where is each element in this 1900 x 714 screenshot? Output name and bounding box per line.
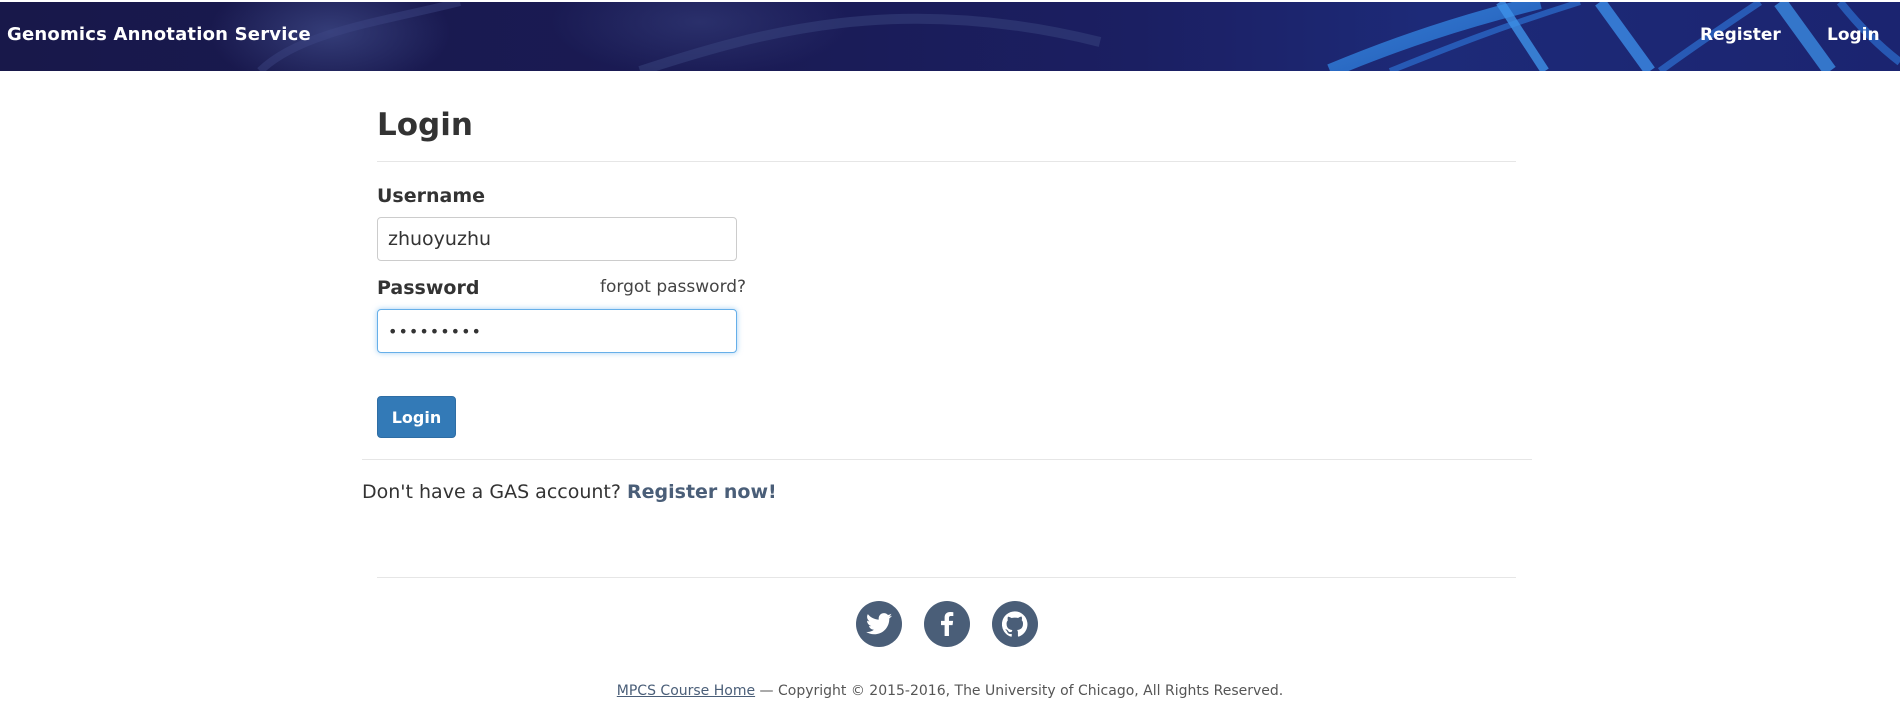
title-divider [377,161,1516,162]
facebook-button[interactable] [924,601,970,647]
password-field[interactable] [377,309,737,353]
navbar: Genomics Annotation Service Register Log… [0,2,1900,71]
login-button[interactable]: Login [377,396,456,438]
copyright-text: MPCS Course Home — Copyright © 2015-2016… [0,683,1900,699]
password-label: Password [377,277,480,299]
username-field[interactable] [377,217,737,261]
page-title: Login [377,107,473,143]
github-button[interactable] [992,601,1038,647]
register-prompt: Don't have a GAS account? Register now! [362,481,777,503]
forgot-password-link[interactable]: forgot password? [600,277,746,297]
register-now-link[interactable]: Register now! [627,481,777,503]
register-prompt-text: Don't have a GAS account? [362,481,627,503]
nav-login-link[interactable]: Login [1827,25,1880,45]
twitter-button[interactable] [856,601,902,647]
facebook-icon [941,612,954,636]
footer-divider [377,577,1516,578]
course-home-link[interactable]: MPCS Course Home [617,683,755,699]
brand-link[interactable]: Genomics Annotation Service [7,24,311,45]
copyright-statement: — Copyright © 2015-2016, The University … [755,683,1284,699]
form-divider [362,459,1532,460]
github-icon [1002,611,1028,637]
username-label: Username [377,185,486,207]
twitter-icon [866,613,892,635]
nav-register-link[interactable]: Register [1700,25,1781,45]
